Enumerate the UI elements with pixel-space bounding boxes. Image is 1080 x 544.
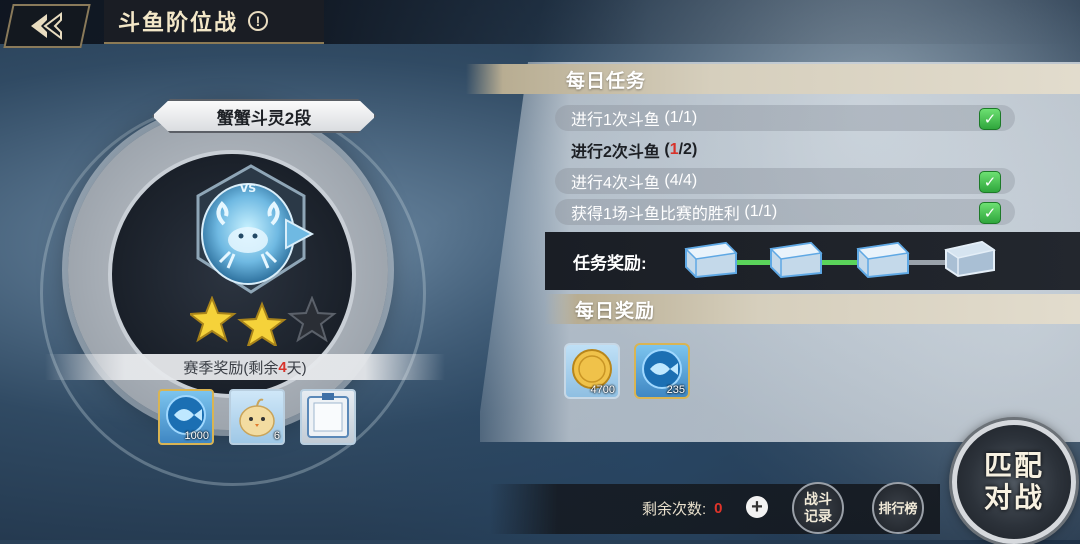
reward-chest-icon[interactable] bbox=[854, 239, 910, 279]
crab-rank-emblem-icon: VS bbox=[196, 164, 315, 294]
reward-chest-icon[interactable] bbox=[682, 239, 738, 279]
back-arrow-icon bbox=[31, 12, 62, 40]
rank-stars bbox=[190, 296, 337, 346]
task-reward-label: 任务奖励: bbox=[573, 253, 647, 273]
season-reward-label: 赛季奖励(剩余 4 天) bbox=[45, 354, 445, 380]
star-filled-icon bbox=[190, 296, 237, 343]
star-filled-icon bbox=[237, 301, 287, 346]
item-count: 1000 bbox=[184, 430, 209, 442]
item-count: 235 bbox=[666, 384, 685, 396]
card-frame-icon bbox=[307, 393, 349, 438]
task-row: 进行1次斗鱼 (1/1) ✓ bbox=[555, 105, 1015, 131]
daily-rewards-header: 每日奖励 bbox=[545, 294, 1080, 324]
svg-text:VS: VS bbox=[240, 182, 257, 195]
star-empty-icon bbox=[287, 296, 337, 343]
season-reward-item[interactable]: 1000 bbox=[158, 389, 214, 445]
check-icon: ✓ bbox=[979, 202, 1001, 224]
task-row: 进行4次斗鱼 (4/4) ✓ bbox=[555, 168, 1015, 194]
add-attempts-button[interactable]: + bbox=[746, 496, 768, 518]
item-count: 4700 bbox=[590, 384, 615, 396]
rank-name: 蟹蟹斗灵2段 bbox=[216, 108, 312, 128]
page-title: 斗鱼阶位战 bbox=[118, 10, 239, 35]
season-reward-item[interactable]: 6 bbox=[229, 389, 285, 445]
task-row: 获得1场斗鱼比赛的胜利 (1/1) ✓ bbox=[555, 199, 1015, 225]
back-button[interactable] bbox=[3, 4, 91, 48]
remaining-count: 0 bbox=[714, 500, 723, 517]
info-icon[interactable]: ! bbox=[248, 11, 269, 31]
task-row: 进行2次斗鱼 (1/2) bbox=[571, 141, 698, 161]
check-icon: ✓ bbox=[979, 108, 1001, 130]
item-count: 6 bbox=[273, 430, 280, 442]
daily-reward-item[interactable]: 4700 bbox=[564, 343, 620, 399]
remaining-attempts: 剩余次数: 0 bbox=[642, 500, 723, 518]
reward-chest-icon[interactable] bbox=[767, 239, 823, 279]
check-icon: ✓ bbox=[979, 171, 1001, 193]
battle-log-button[interactable]: 战斗 记录 bbox=[792, 482, 844, 534]
match-battle-button[interactable]: 匹配 对战 bbox=[952, 420, 1076, 544]
season-days-left: 4 bbox=[278, 358, 287, 376]
rank-title-box: 蟹蟹斗灵2段 bbox=[152, 99, 376, 133]
daily-reward-item[interactable]: 235 bbox=[634, 343, 690, 399]
title-bar: 斗鱼阶位战 ! bbox=[104, 0, 324, 44]
reward-chest-icon[interactable] bbox=[942, 238, 998, 278]
leaderboard-button[interactable]: 排行榜 bbox=[872, 482, 924, 534]
daily-tasks-header: 每日任务 bbox=[466, 64, 1080, 94]
season-reward-item[interactable] bbox=[300, 389, 356, 445]
